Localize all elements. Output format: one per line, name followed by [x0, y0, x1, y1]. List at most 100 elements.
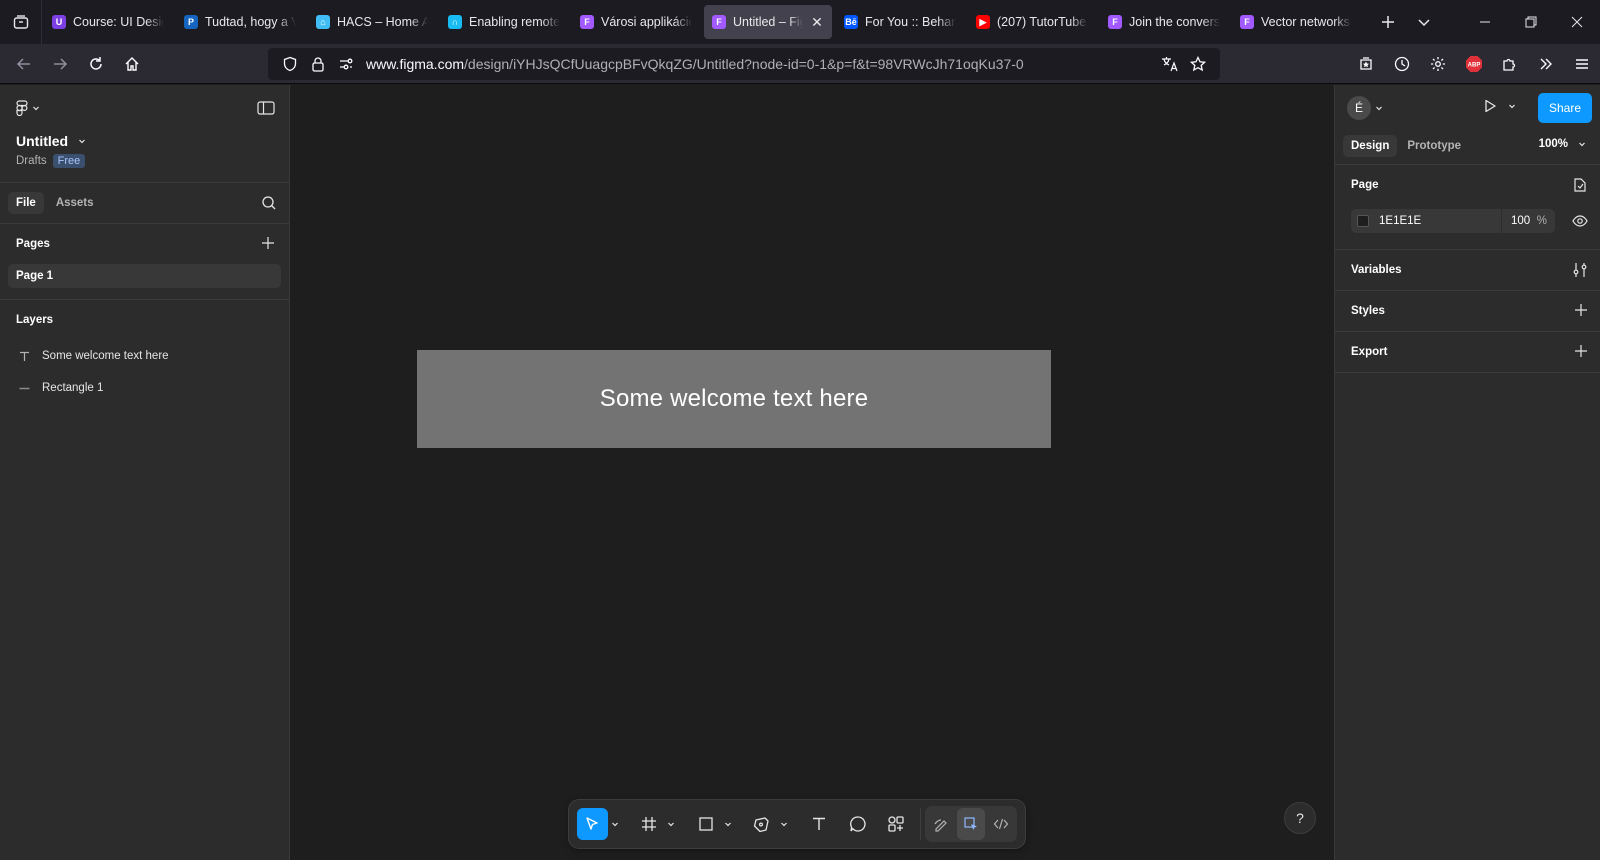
add-export-button[interactable]	[1574, 344, 1588, 361]
browser-tab[interactable]: F Városi applikáció	[572, 5, 700, 39]
translate-icon[interactable]	[1156, 56, 1184, 72]
new-tab-button[interactable]	[1370, 4, 1406, 40]
variables-section: Variables	[1335, 250, 1600, 291]
frame-tool-menu-button[interactable]	[664, 808, 678, 840]
styles-heading: Styles	[1351, 305, 1385, 317]
layers-section-header: Layers	[0, 300, 289, 340]
design-mode-button[interactable]	[956, 808, 985, 840]
gear-icon	[1431, 57, 1445, 71]
main-menu-button[interactable]	[16, 97, 273, 119]
page-item[interactable]: Page 1	[8, 264, 281, 288]
chevron-down-icon	[668, 822, 675, 827]
close-window-button[interactable]	[1554, 0, 1600, 44]
fill-hex-value[interactable]: 1E1E1E	[1379, 215, 1421, 227]
adblock-button[interactable]: ABP	[1456, 48, 1492, 80]
forward-button[interactable]	[42, 48, 78, 80]
text-tool-button[interactable]	[803, 808, 834, 840]
add-page-button[interactable]	[261, 236, 275, 253]
home-button[interactable]	[114, 48, 150, 80]
list-all-tabs-button[interactable]	[1406, 4, 1442, 40]
history-button[interactable]	[1384, 48, 1420, 80]
tracking-protection-icon[interactable]	[276, 56, 304, 72]
browser-tab[interactable]: F Vector networks	[1232, 5, 1360, 39]
app-menu-button[interactable]	[1564, 48, 1600, 80]
tab-favicon-icon: F	[1240, 15, 1254, 29]
sidebar-toggle-button[interactable]	[257, 101, 275, 118]
chevron-down-icon	[1418, 19, 1430, 27]
search-layers-button[interactable]	[261, 195, 277, 214]
zoom-dropdown[interactable]: 100%	[1539, 138, 1586, 150]
close-tab-icon[interactable]: ✕	[810, 14, 824, 31]
tab-overview-button[interactable]	[0, 0, 42, 44]
frame-tool-button[interactable]	[634, 808, 665, 840]
pen-tool-button[interactable]	[747, 808, 778, 840]
reload-button[interactable]	[78, 48, 114, 80]
browser-tab[interactable]: F Untitled – Figma ✕	[704, 5, 832, 39]
add-style-button[interactable]	[1574, 303, 1588, 320]
browser-tab[interactable]: ▶ (207) TutorTube	[968, 5, 1096, 39]
bookmark-star-icon[interactable]	[1184, 56, 1212, 72]
permissions-icon[interactable]	[332, 56, 360, 72]
browser-tab[interactable]: U Course: UI Design	[44, 5, 172, 39]
variables-settings-button[interactable]	[1572, 262, 1588, 281]
draw-mode-button[interactable]	[927, 808, 955, 840]
extensions-button[interactable]	[1492, 48, 1528, 80]
page-fill-field[interactable]: 1E1E1E 100 %	[1351, 209, 1555, 233]
welcome-text[interactable]: Some welcome text here	[600, 385, 869, 413]
fill-visibility-button[interactable]	[1572, 213, 1588, 232]
tab-assets[interactable]: Assets	[48, 192, 102, 214]
browser-tab[interactable]: P Tudtad, hogy a Vite	[176, 5, 304, 39]
rectangle-1[interactable]: Some welcome text here	[417, 350, 1051, 448]
file-location[interactable]: Drafts	[16, 155, 47, 167]
shape-tool-button[interactable]	[690, 808, 721, 840]
layer-item-label: Some welcome text here	[42, 350, 169, 362]
fill-swatch[interactable]	[1357, 215, 1369, 227]
address-bar[interactable]: www.figma.com/design/iYHJsQCfUuagcpBFvQk…	[268, 48, 1220, 80]
comment-tool-button[interactable]	[842, 808, 873, 840]
chevron-down-icon[interactable]	[1375, 104, 1383, 112]
design-canvas[interactable]: Some welcome text here ?	[290, 85, 1334, 860]
dev-mode-button[interactable]	[987, 808, 1015, 840]
more-tools-button[interactable]	[1528, 48, 1564, 80]
present-button[interactable]	[1482, 98, 1516, 114]
page-section-header: Page	[1335, 165, 1600, 205]
layer-item[interactable]: Some welcome text here	[0, 340, 289, 372]
browser-tab[interactable]: F Join the conversation	[1100, 5, 1228, 39]
minimize-button[interactable]	[1462, 0, 1508, 44]
move-tool-menu-button[interactable]	[608, 808, 622, 840]
browser-tab[interactable]: Bē For You :: Behance	[836, 5, 964, 39]
page-item-label: Page 1	[16, 270, 54, 282]
settings-button[interactable]	[1420, 48, 1456, 80]
bottom-toolbar	[569, 800, 1025, 848]
move-tool-button[interactable]	[577, 808, 608, 840]
tab-design[interactable]: Design	[1343, 134, 1398, 157]
layer-item[interactable]: Rectangle 1	[0, 372, 289, 404]
fill-opacity-value[interactable]: 100	[1511, 215, 1530, 227]
actions-button[interactable]	[881, 808, 912, 840]
restore-button[interactable]	[1508, 0, 1554, 44]
minimize-icon	[1480, 21, 1490, 23]
file-title-button[interactable]: Untitled	[16, 133, 273, 149]
avatar[interactable]: É	[1347, 96, 1371, 120]
export-section-header: Export	[1335, 332, 1600, 372]
pocket-button[interactable]	[1348, 48, 1384, 80]
browser-nav-bar: www.figma.com/design/iYHJsQCfUuagcpBFvQk…	[0, 44, 1600, 84]
design-cursor-icon	[964, 817, 977, 830]
extensions-star-icon	[1360, 57, 1372, 70]
share-button[interactable]: Share	[1538, 93, 1592, 123]
back-button[interactable]	[6, 48, 42, 80]
puzzle-icon	[1503, 58, 1516, 71]
lock-icon[interactable]	[304, 56, 332, 72]
shape-tool-menu-button[interactable]	[721, 808, 735, 840]
tab-favicon-icon: ⌂	[316, 15, 330, 29]
clock-icon	[1394, 56, 1410, 72]
plus-icon	[1575, 304, 1587, 316]
tab-file[interactable]: File	[8, 192, 44, 214]
url-text[interactable]: www.figma.com/design/iYHJsQCfUuagcpBFvQk…	[366, 56, 1156, 72]
browser-tab[interactable]: ∩ Enabling remote	[440, 5, 568, 39]
local-variables-button[interactable]	[1572, 177, 1588, 196]
pen-tool-menu-button[interactable]	[778, 808, 792, 840]
help-button[interactable]: ?	[1284, 802, 1316, 834]
tab-prototype[interactable]: Prototype	[1399, 135, 1469, 157]
browser-tab[interactable]: ⌂ HACS – Home Assistant	[308, 5, 436, 39]
